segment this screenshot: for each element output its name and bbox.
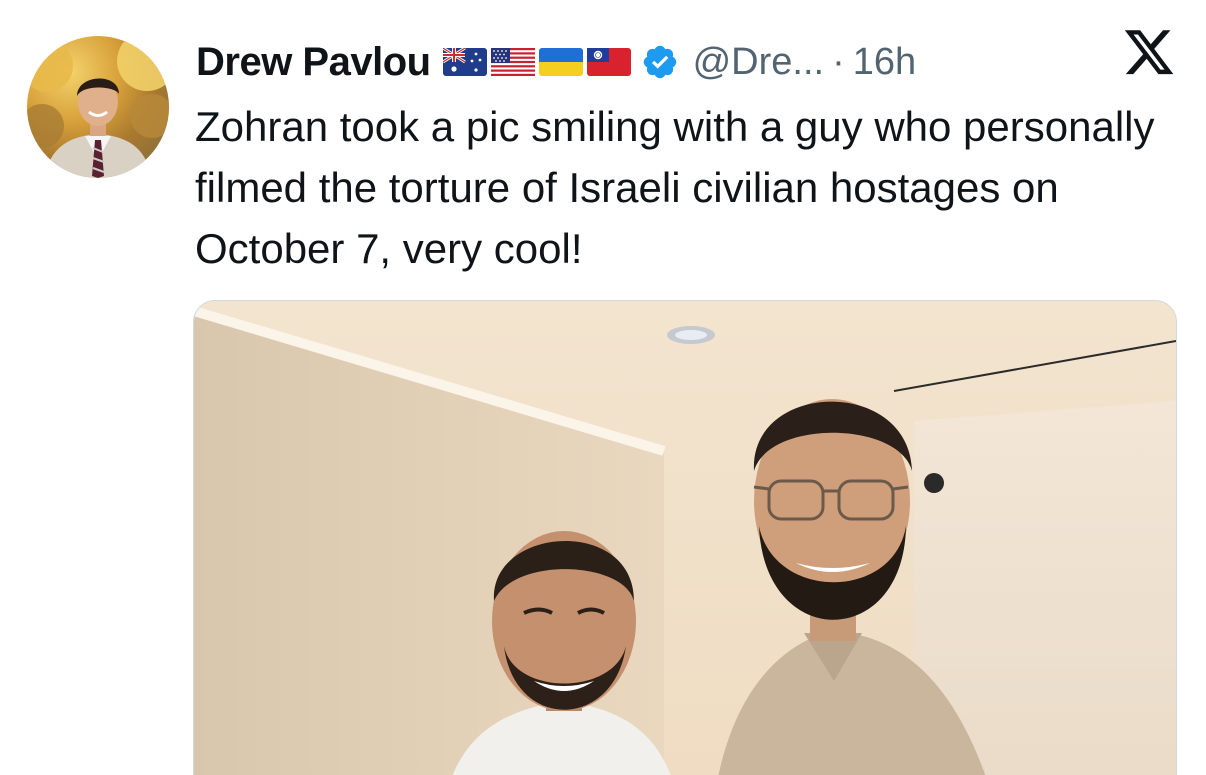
- tweet-card[interactable]: Drew Pavlou @Dre... · 16h Zohran took a …: [0, 0, 1206, 775]
- tweet-header: Drew Pavlou @Dre... · 16h: [196, 34, 916, 90]
- tweet-media-photo[interactable]: [193, 300, 1177, 775]
- verified-badge-icon[interactable]: [641, 43, 679, 81]
- author-flags: [442, 48, 631, 76]
- taiwan-flag-icon: [586, 48, 631, 76]
- author-avatar[interactable]: [27, 36, 169, 178]
- tweet-timestamp[interactable]: 16h: [853, 41, 916, 84]
- header-separator: ·: [832, 40, 845, 83]
- australia-flag-icon: [442, 48, 487, 76]
- united-states-flag-icon: [490, 48, 535, 76]
- x-logo-icon[interactable]: [1122, 30, 1176, 80]
- author-display-name[interactable]: Drew Pavlou: [196, 40, 431, 85]
- author-handle[interactable]: @Dre...: [693, 41, 824, 84]
- ukraine-flag-icon: [538, 48, 583, 76]
- tweet-text: Zohran took a pic smiling with a guy who…: [195, 103, 1155, 272]
